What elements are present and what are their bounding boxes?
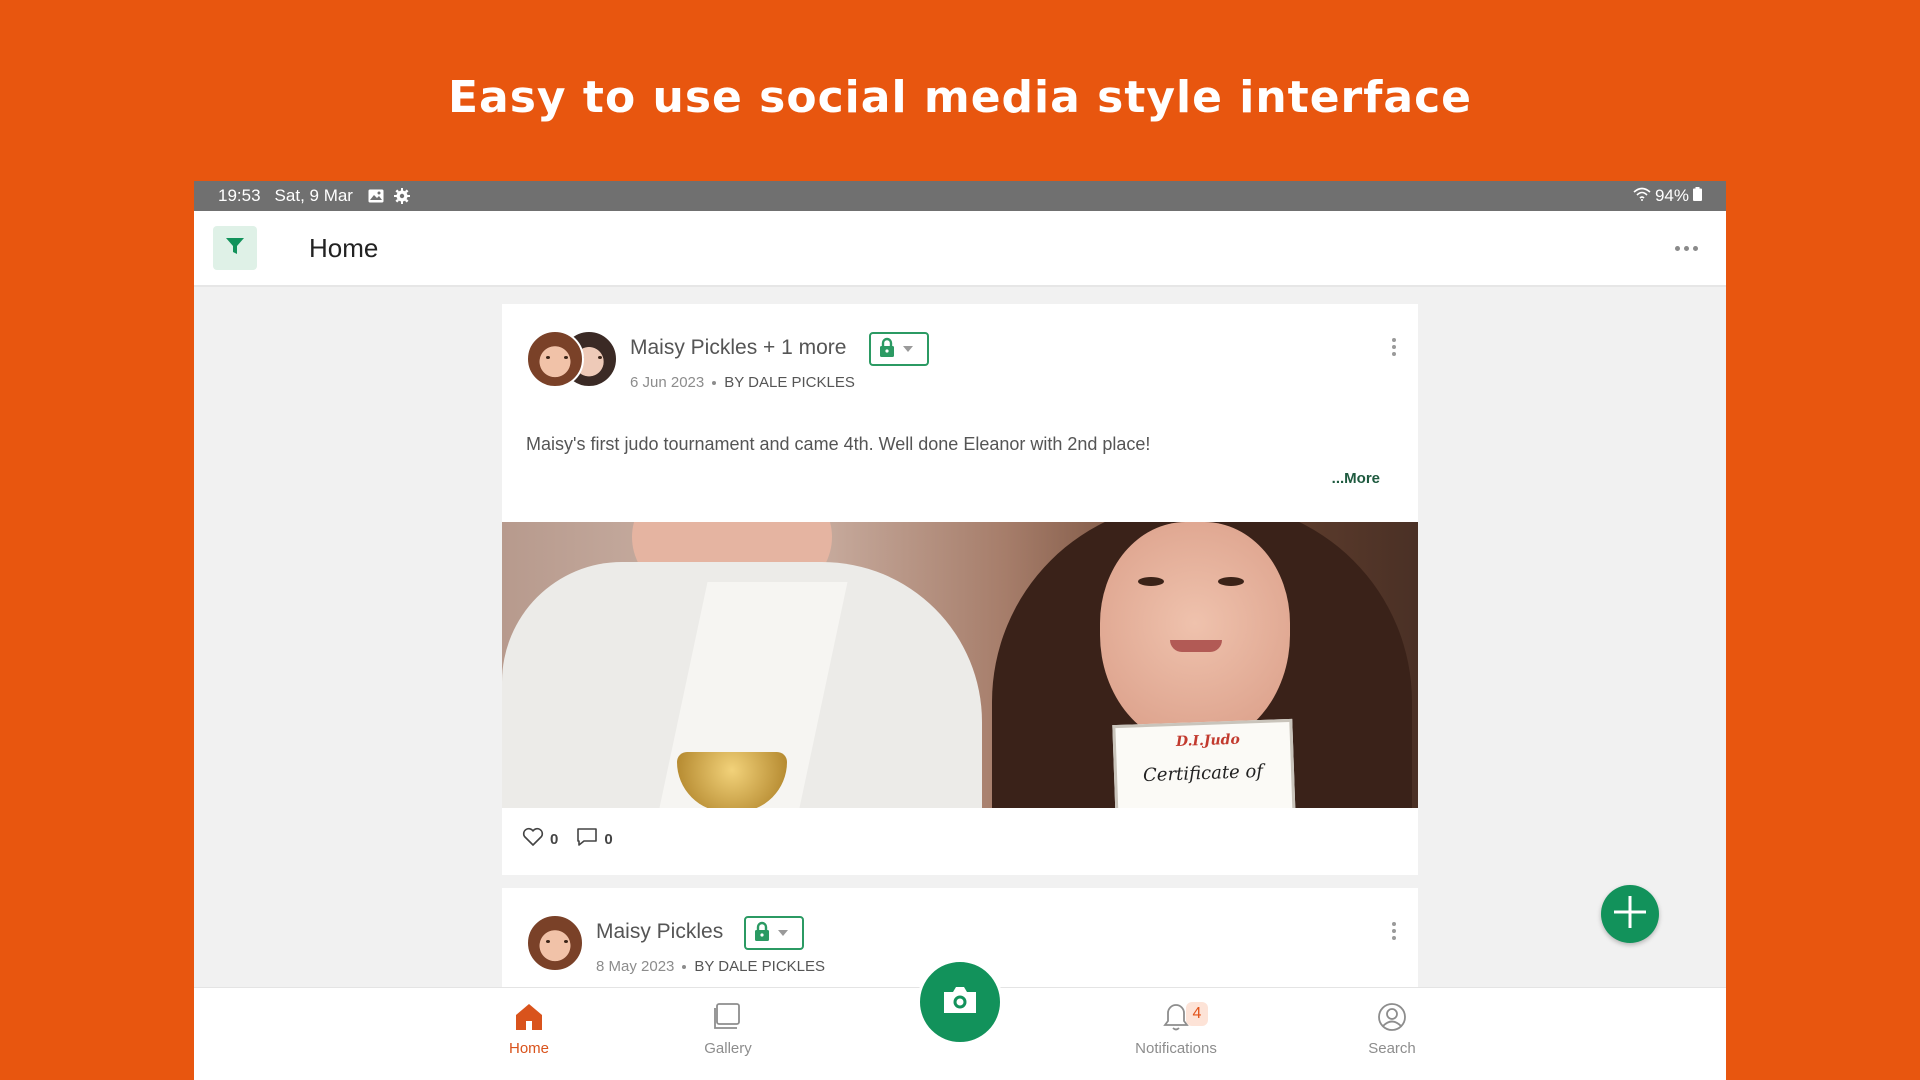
nav-home-label: Home	[508, 1040, 549, 1057]
comment-button[interactable]: 0	[576, 827, 613, 851]
battery-icon	[1693, 186, 1702, 206]
comment-count: 0	[604, 830, 613, 848]
battery-text: 94%	[1654, 186, 1689, 205]
like-button[interactable]: 0	[522, 827, 558, 851]
separator-dot	[682, 964, 687, 969]
more-link[interactable]: ...More	[1332, 470, 1380, 487]
post-author[interactable]: Maisy Pickles + 1 more	[630, 336, 846, 360]
post-by: BY DALE PICKLES	[724, 374, 855, 391]
page-title: Home	[309, 232, 379, 263]
photo-face	[1100, 522, 1290, 747]
comment-icon	[576, 827, 598, 851]
gear-icon	[393, 188, 411, 204]
nav-home[interactable]: Home	[459, 998, 599, 1057]
avatar[interactable]	[526, 914, 584, 972]
nav-search[interactable]: Search	[1322, 998, 1462, 1057]
status-bar: 19:53 Sat, 9 Mar 94%	[194, 181, 1726, 211]
post-date: 8 May 2023	[596, 958, 675, 975]
status-time: 19:53	[218, 186, 261, 205]
notification-badge: 4	[1186, 1002, 1208, 1026]
like-count: 0	[550, 830, 559, 848]
filter-button[interactable]	[213, 226, 257, 270]
chevron-down-icon	[778, 930, 788, 936]
post-photo[interactable]: D.I.Judo Certificate of	[502, 522, 1418, 808]
post-header: Maisy Pickles + 1 more 6 Jun 2023 BY DAL…	[526, 330, 1396, 391]
post-actions: 0 0	[522, 827, 613, 851]
post-date: 6 Jun 2023	[630, 374, 705, 391]
home-icon	[513, 1002, 545, 1036]
headline: Easy to use social media style interface	[447, 72, 1473, 123]
chevron-down-icon	[903, 346, 913, 352]
nav-notifications-label: Notifications	[1135, 1040, 1217, 1057]
camera-button[interactable]	[917, 959, 1003, 1045]
tablet-screen: 19:53 Sat, 9 Mar 94% Home Maisy Pickles …	[194, 181, 1726, 1080]
avatar[interactable]	[526, 330, 584, 388]
privacy-dropdown[interactable]	[744, 916, 804, 950]
post-card: Maisy Pickles + 1 more 6 Jun 2023 BY DAL…	[502, 304, 1418, 875]
more-horizontal-icon[interactable]	[1675, 245, 1698, 251]
wifi-icon	[1633, 186, 1651, 206]
gallery-icon	[712, 1001, 744, 1037]
camera-icon	[941, 985, 979, 1020]
separator-dot	[712, 380, 717, 385]
nav-gallery-label: Gallery	[704, 1040, 752, 1057]
post-author[interactable]: Maisy Pickles	[596, 920, 723, 944]
post-by: BY DALE PICKLES	[694, 958, 826, 975]
image-icon	[367, 188, 385, 204]
nav-gallery[interactable]: Gallery	[658, 998, 798, 1057]
post-text: Maisy's first judo tournament and came 4…	[526, 434, 1151, 454]
filter-icon	[224, 235, 246, 262]
post-options-icon[interactable]	[1392, 338, 1396, 356]
post-meta: 8 May 2023 BY DALE PICKLES	[596, 958, 825, 975]
user-circle-icon	[1376, 1001, 1408, 1037]
plus-icon	[1610, 892, 1650, 937]
status-date: Sat, 9 Mar	[274, 186, 353, 205]
post-options-icon[interactable]	[1392, 922, 1396, 940]
heart-icon	[522, 827, 544, 851]
app-bar: Home	[194, 211, 1726, 287]
lock-icon	[754, 921, 770, 946]
add-post-button[interactable]	[1601, 885, 1659, 943]
lock-icon	[879, 337, 895, 362]
privacy-dropdown[interactable]	[869, 332, 929, 366]
nav-search-label: Search	[1368, 1040, 1416, 1057]
nav-notifications[interactable]: 4 Notifications	[1106, 998, 1246, 1057]
photo-certificate: D.I.Judo Certificate of	[1112, 718, 1296, 808]
post-meta: 6 Jun 2023 BY DALE PICKLES	[630, 374, 855, 391]
